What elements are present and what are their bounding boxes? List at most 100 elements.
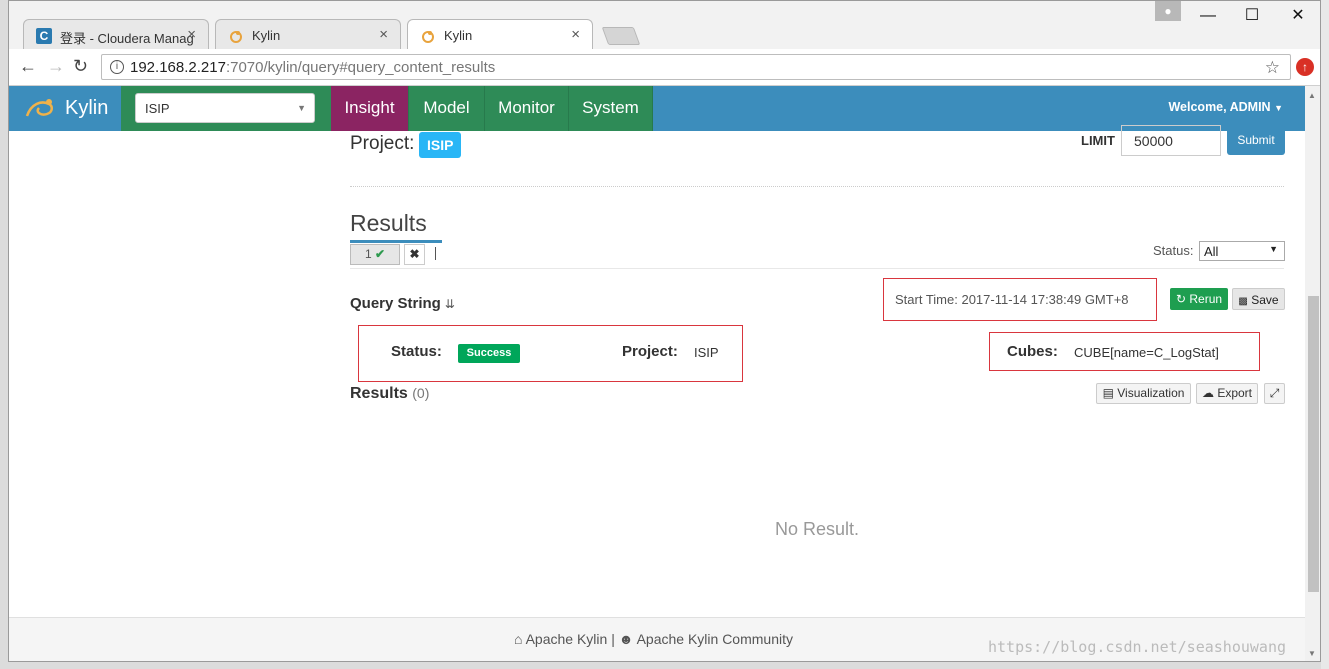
reload-icon[interactable]: ↻ — [73, 56, 88, 77]
status-filter-value: All — [1204, 244, 1219, 259]
extension-icon[interactable]: ↑ — [1296, 58, 1314, 76]
kylin-logo-icon — [23, 96, 57, 122]
tab-strip: C 登录 - Cloudera Manag × Kylin × Kylin × … — [9, 1, 1320, 49]
project-select-value: ISIP — [145, 101, 170, 116]
close-icon[interactable]: × — [187, 26, 196, 43]
refresh-icon: ↻ — [1175, 292, 1187, 306]
nav-system[interactable]: System — [569, 86, 653, 131]
text-cursor — [435, 247, 436, 260]
bookmark-star-icon[interactable]: ☆ — [1265, 58, 1280, 78]
back-arrow-icon[interactable]: ← — [19, 56, 37, 77]
tab-number: 1 — [364, 247, 372, 261]
status-field-label: Status: — [391, 343, 442, 360]
divider — [350, 186, 1284, 187]
project-select[interactable]: ISIP ▼ — [135, 93, 315, 123]
check-icon: ✔ — [374, 247, 386, 261]
kylin-brand[interactable]: Kylin — [23, 94, 123, 124]
users-icon: ☻ — [618, 631, 634, 647]
welcome-text: Welcome, ADMIN — [1168, 100, 1271, 114]
query-string-label: Query String — [350, 295, 441, 312]
query-string-toggle[interactable]: Query String ⇊ — [350, 295, 455, 312]
close-tab-icon[interactable]: ✖ — [404, 244, 425, 265]
browser-window: C 登录 - Cloudera Manag × Kylin × Kylin × … — [8, 0, 1321, 662]
project-field-value: ISIP — [694, 345, 719, 360]
results-underline — [350, 240, 442, 243]
project-badge: ISIP — [419, 132, 462, 158]
home-icon: ⌂ — [514, 631, 523, 647]
nav-monitor[interactable]: Monitor — [485, 86, 569, 131]
visualization-button[interactable]: ▤ Visualization — [1096, 383, 1191, 404]
floppy-icon: ▩ — [1238, 296, 1248, 307]
limit-label: LIMIT — [1081, 133, 1115, 148]
desktop-background — [1321, 0, 1329, 669]
save-button[interactable]: ▩ Save — [1232, 288, 1285, 310]
nav-model[interactable]: Model — [409, 86, 485, 131]
new-tab-button[interactable] — [601, 27, 641, 45]
maximize-button[interactable]: ☐ — [1237, 3, 1267, 29]
brand-name: Kylin — [65, 97, 109, 119]
cubes-value: CUBE[name=C_LogStat] — [1074, 345, 1219, 360]
watermark: https://blog.csdn.net/seashouwang — [988, 638, 1287, 656]
visualization-label: Visualization — [1117, 386, 1185, 400]
status-badge: Success — [458, 344, 520, 363]
tab-title: Kylin — [252, 28, 281, 43]
scroll-up-icon[interactable]: ▲ — [1308, 91, 1316, 100]
divider — [350, 268, 1284, 269]
expand-icon[interactable]: ⤢ — [1264, 383, 1285, 404]
tab-cloudera[interactable]: C 登录 - Cloudera Manag × — [23, 19, 209, 49]
status-filter-label: Status: — [1153, 243, 1194, 258]
rerun-button[interactable]: ↻ Rerun — [1170, 288, 1228, 310]
kylin-favicon-icon — [228, 28, 244, 44]
url-host: 192.168.2.217 — [130, 59, 226, 76]
forward-arrow-icon[interactable]: → — [47, 56, 65, 77]
caret-down-icon: ▼ — [1274, 103, 1283, 113]
url-path: :7070/kylin/query#query_content_results — [225, 59, 496, 76]
profile-icon[interactable]: ● — [1155, 1, 1181, 21]
kylin-navbar: Kylin ISIP ▼ Insight Model Monitor Syste… — [9, 86, 1305, 131]
apache-kylin-link[interactable]: Apache Kylin — [526, 631, 608, 647]
minimize-button[interactable]: — — [1193, 3, 1223, 29]
tab-title: Kylin — [444, 28, 473, 43]
project-field-label: Project: — [622, 343, 678, 360]
results-count: (0) — [412, 385, 430, 401]
close-icon[interactable]: × — [571, 26, 580, 43]
no-result-message: No Result. — [774, 519, 860, 539]
results-heading: Results — [350, 210, 427, 236]
url-input[interactable]: i 192.168.2.217:7070/kylin/query#query_c… — [101, 54, 1291, 80]
tab-title: 登录 - Cloudera Manag — [60, 31, 194, 46]
project-label: Project: — [350, 133, 415, 154]
scrollbar-thumb[interactable] — [1308, 296, 1319, 592]
scroll-down-icon[interactable]: ▼ — [1308, 649, 1316, 658]
tab-kylin-active[interactable]: Kylin × — [407, 19, 593, 49]
rerun-label: Rerun — [1189, 292, 1223, 306]
export-label: Export — [1217, 386, 1253, 400]
community-link[interactable]: Apache Kylin Community — [637, 631, 793, 647]
caret-down-icon: ▼ — [1269, 244, 1278, 254]
footer-separator: | — [611, 631, 615, 647]
footer-links: ⌂ Apache Kylin | ☻ Apache Kylin Communit… — [514, 631, 793, 647]
user-menu[interactable]: Welcome, ADMIN ▼ — [1168, 100, 1283, 114]
main-content: Project: ISIP LIMIT 50000 Submit Results… — [9, 125, 1305, 661]
project-select-area: ISIP ▼ — [121, 86, 331, 131]
kylin-favicon-icon — [420, 28, 436, 44]
address-bar: ← → ↻ i 192.168.2.217:7070/kylin/query#q… — [9, 49, 1320, 86]
bar-chart-icon: ▤ — [1102, 386, 1114, 400]
cloudera-icon: C — [36, 28, 52, 44]
caret-down-icon: ▼ — [297, 103, 306, 113]
close-icon[interactable]: × — [379, 26, 388, 43]
status-filter-select[interactable]: All ▼ — [1199, 241, 1285, 261]
export-button[interactable]: ☁ Export — [1196, 383, 1258, 404]
nav-insight[interactable]: Insight — [331, 86, 409, 131]
double-chevron-down-icon: ⇊ — [444, 297, 455, 311]
close-window-button[interactable]: ✕ — [1283, 3, 1313, 29]
results-count-heading: Results (0) — [350, 385, 429, 403]
query-result-tab[interactable]: 1 ✔ — [350, 244, 400, 265]
save-label: Save — [1251, 293, 1279, 307]
tab-kylin-1[interactable]: Kylin × — [215, 19, 401, 49]
results-label: Results — [350, 385, 408, 402]
info-icon[interactable]: i — [110, 60, 124, 74]
limit-input[interactable]: 50000 — [1121, 125, 1221, 156]
submit-button[interactable]: Submit — [1227, 125, 1285, 155]
start-time: Start Time: 2017-11-14 17:38:49 GMT+8 — [895, 292, 1129, 307]
cubes-label: Cubes: — [1007, 343, 1058, 360]
